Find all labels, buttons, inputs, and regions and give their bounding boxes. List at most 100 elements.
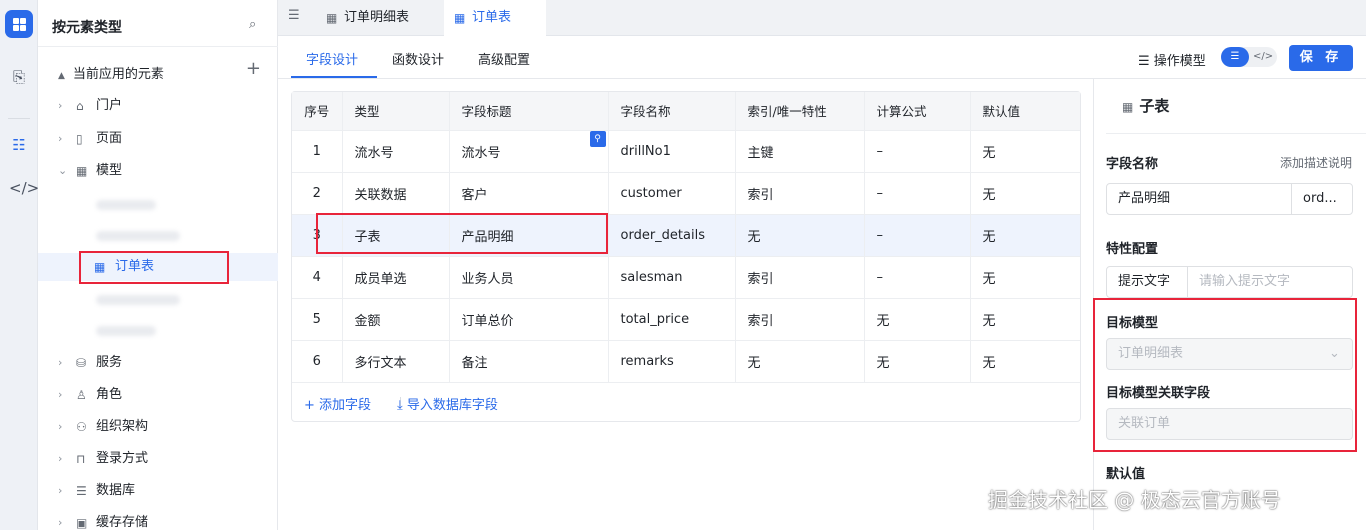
table-cell: 索引 (735, 171, 865, 214)
service-icon: ⛁ (76, 356, 87, 370)
table-cell: – (864, 171, 971, 214)
property-panel: ▦ 子表 字段名称 添加描述说明 产品明细 ord... 特性配置 提示文字 请输… (1093, 79, 1366, 530)
add-description-link[interactable]: 添加描述说明 (1280, 154, 1352, 171)
tab-label: 订单表 (472, 10, 512, 25)
table-cell: 无 (735, 213, 865, 256)
app-logo[interactable] (5, 10, 33, 38)
collapse-sidebar-icon[interactable]: ☰ (288, 8, 300, 23)
sidebar-item-service[interactable]: › ⛁ 服务 (38, 349, 278, 377)
table-icon: ▦ (326, 11, 338, 25)
chevron-down-icon: ⌄ (1329, 346, 1340, 361)
tab-order-detail[interactable]: ▦ 订单明细表 (316, 0, 436, 36)
hint-placeholder[interactable]: 请输入提示文字 (1199, 267, 1290, 297)
code-view-icon[interactable]: </> (1253, 47, 1273, 67)
subtab-function-design[interactable]: 函数设计 (392, 49, 444, 68)
table-cell: – (864, 213, 971, 256)
sidebar-item-org[interactable]: › ⚇ 组织架构 (38, 413, 278, 441)
page-icon: ▯ (76, 132, 83, 146)
add-field-button[interactable]: + 添加字段 (304, 394, 371, 413)
link-icon[interactable]: ⚲ (589, 130, 606, 147)
sidebar-item-order-table[interactable]: ▦ 订单表 (38, 253, 278, 281)
chevron-right-icon: › (58, 420, 63, 433)
target-field-select[interactable]: 关联订单 (1106, 408, 1353, 440)
save-button[interactable]: 保 存 (1289, 45, 1353, 71)
blurred-item (96, 295, 180, 305)
table-row-selected[interactable]: 3 子表 产品明细 order_details 无 – 无 (292, 213, 1080, 256)
operation-model-button[interactable]: ☰ 操作模型 (1138, 50, 1206, 69)
table-icon: ▦ (94, 260, 106, 274)
sidebar-item-page[interactable]: › ▯ 页面 (38, 125, 278, 153)
table-cell: 业务人员 (449, 255, 609, 298)
tab-order[interactable]: ▦ 订单表 (444, 0, 546, 36)
table-cell: 无 (970, 339, 1080, 382)
sidebar-item-portal[interactable]: › ⌂ 门户 (38, 92, 278, 120)
sidebar-item-database[interactable]: › ☰ 数据库 (38, 477, 278, 505)
table-cell: 成员单选 (342, 255, 450, 298)
chevron-down-icon: ⌄ (58, 164, 68, 177)
chevron-right-icon: › (58, 132, 63, 145)
table-cell: 客户 (449, 171, 609, 214)
login-icon: ⊓ (76, 452, 86, 466)
table-cell: 无 (864, 297, 971, 340)
rail-divider (8, 118, 30, 119)
table-cell: 子表 (342, 213, 450, 256)
field-key-value[interactable]: ord... (1303, 184, 1337, 214)
sidebar-item-label: 模型 (96, 163, 123, 178)
panel-divider (1106, 133, 1366, 134)
sidebar-item-label: 缓存存储 (96, 515, 149, 530)
sidebar-item-label: 服务 (96, 355, 123, 370)
target-model-select[interactable]: 订单明细表 ⌄ (1106, 338, 1353, 370)
table-cell: 无 (970, 255, 1080, 298)
sidebar-item-label: 登录方式 (96, 451, 149, 466)
import-field-button[interactable]: ⤓ 导入数据库字段 (397, 394, 498, 413)
target-model-label: 目标模型 (1106, 316, 1159, 331)
subtab-advanced[interactable]: 高级配置 (478, 49, 530, 68)
column-header: 字段名称 (608, 92, 736, 130)
app-rail: ⎘ ☷ </> (0, 0, 39, 530)
field-title-value[interactable]: 产品明细 (1107, 184, 1170, 214)
table-cell: order_details (608, 213, 736, 256)
table-row[interactable]: 4 成员单选 业务人员 salesman 索引 – 无 (292, 255, 1080, 298)
blurred-item (96, 231, 180, 241)
table-row[interactable]: 5 金额 订单总价 total_price 索引 无 无 (292, 297, 1080, 340)
hint-text-input[interactable]: 提示文字 请输入提示文字 (1106, 266, 1353, 298)
table-cell: 2 (292, 171, 343, 214)
database-icon: ☰ (76, 484, 87, 498)
sidebar-item-login[interactable]: › ⊓ 登录方式 (38, 445, 278, 473)
pages-icon[interactable]: ⎘ (9, 67, 29, 87)
search-icon[interactable]: ⌕ (249, 17, 265, 33)
sidebar-item-cache[interactable]: › ▣ 缓存存储 (38, 509, 278, 530)
subtab-field-design[interactable]: 字段设计 (306, 49, 358, 68)
table-row[interactable]: 6 多行文本 备注 remarks 无 无 无 (292, 339, 1080, 382)
role-icon: ♙ (76, 388, 87, 402)
hint-label: 提示文字 (1118, 274, 1171, 289)
add-icon[interactable]: + (246, 60, 261, 78)
code-icon[interactable]: </> (9, 178, 39, 198)
org-icon: ⚇ (76, 420, 87, 434)
settings-view-icon[interactable]: ☰ (1221, 47, 1249, 67)
field-name-label: 字段名称 (1106, 157, 1159, 172)
element-sidebar: 按元素类型 ⌕ ▲ 当前应用的元素 + › ⌂ 门户 › ▯ 页面 ⌄ ▦ 模型 … (38, 0, 278, 530)
table-cell: 1 (292, 129, 343, 172)
element-group-header[interactable]: ▲ 当前应用的元素 (58, 63, 164, 82)
panel-title-text: 子表 (1139, 97, 1170, 115)
table-row[interactable]: 1 流水号 流水号 ⚲ drillNo1 主键 – 无 (292, 129, 1080, 172)
field-name-input[interactable]: 产品明细 ord... (1106, 183, 1353, 215)
view-toggle[interactable]: ☰ </> (1221, 47, 1277, 67)
sidebar-item-model[interactable]: ⌄ ▦ 模型 (38, 157, 278, 185)
op-model-label: 操作模型 (1153, 54, 1206, 69)
column-header: 计算公式 (864, 92, 971, 130)
table-cell: 4 (292, 255, 343, 298)
table-icon: ▦ (76, 164, 88, 178)
sidebar-item-role[interactable]: › ♙ 角色 (38, 381, 278, 409)
table-icon: ▦ (1122, 100, 1134, 114)
table-row[interactable]: 2 关联数据 客户 customer 索引 – 无 (292, 171, 1080, 214)
blurred-item (96, 200, 156, 210)
table-cell: 关联数据 (342, 171, 450, 214)
table-cell: remarks (608, 339, 736, 382)
column-header: 类型 (342, 92, 450, 130)
elements-icon[interactable]: ☷ (9, 135, 29, 155)
list-icon: ☰ (1138, 54, 1154, 69)
target-model-value: 订单明细表 (1118, 346, 1184, 361)
chevron-right-icon: › (58, 516, 63, 529)
